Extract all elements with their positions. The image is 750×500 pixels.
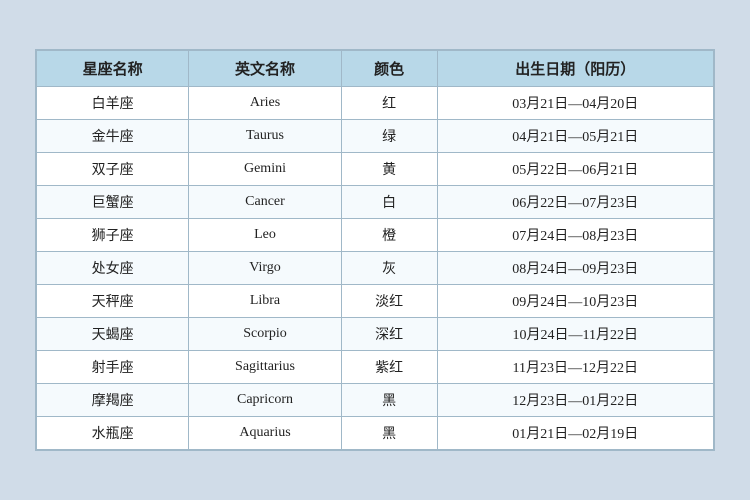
cell-chinese-name: 白羊座: [37, 87, 189, 120]
cell-chinese-name: 金牛座: [37, 120, 189, 153]
cell-chinese-name: 天蝎座: [37, 318, 189, 351]
table-header-row: 星座名称 英文名称 颜色 出生日期（阳历）: [37, 51, 714, 87]
table-row: 摩羯座Capricorn黑12月23日—01月22日: [37, 384, 714, 417]
cell-color: 紫红: [341, 351, 437, 384]
cell-english-name: Scorpio: [189, 318, 341, 351]
cell-english-name: Sagittarius: [189, 351, 341, 384]
zodiac-table: 星座名称 英文名称 颜色 出生日期（阳历） 白羊座Aries红03月21日—04…: [36, 50, 714, 450]
header-chinese-name: 星座名称: [37, 51, 189, 87]
table-row: 天秤座Libra淡红09月24日—10月23日: [37, 285, 714, 318]
cell-english-name: Aries: [189, 87, 341, 120]
cell-color: 橙: [341, 219, 437, 252]
table-row: 金牛座Taurus绿04月21日—05月21日: [37, 120, 714, 153]
zodiac-table-container: 星座名称 英文名称 颜色 出生日期（阳历） 白羊座Aries红03月21日—04…: [35, 49, 715, 451]
table-row: 双子座Gemini黄05月22日—06月21日: [37, 153, 714, 186]
cell-chinese-name: 射手座: [37, 351, 189, 384]
table-row: 巨蟹座Cancer白06月22日—07月23日: [37, 186, 714, 219]
header-color: 颜色: [341, 51, 437, 87]
cell-english-name: Cancer: [189, 186, 341, 219]
table-row: 处女座Virgo灰08月24日—09月23日: [37, 252, 714, 285]
cell-color: 黑: [341, 417, 437, 450]
cell-english-name: Gemini: [189, 153, 341, 186]
header-dates: 出生日期（阳历）: [437, 51, 713, 87]
cell-chinese-name: 处女座: [37, 252, 189, 285]
cell-color: 红: [341, 87, 437, 120]
cell-color: 灰: [341, 252, 437, 285]
table-row: 狮子座Leo橙07月24日—08月23日: [37, 219, 714, 252]
cell-chinese-name: 狮子座: [37, 219, 189, 252]
cell-english-name: Aquarius: [189, 417, 341, 450]
table-row: 白羊座Aries红03月21日—04月20日: [37, 87, 714, 120]
cell-chinese-name: 摩羯座: [37, 384, 189, 417]
cell-english-name: Taurus: [189, 120, 341, 153]
cell-color: 淡红: [341, 285, 437, 318]
table-row: 水瓶座Aquarius黑01月21日—02月19日: [37, 417, 714, 450]
cell-dates: 03月21日—04月20日: [437, 87, 713, 120]
cell-english-name: Libra: [189, 285, 341, 318]
cell-dates: 04月21日—05月21日: [437, 120, 713, 153]
cell-chinese-name: 巨蟹座: [37, 186, 189, 219]
table-row: 射手座Sagittarius紫红11月23日—12月22日: [37, 351, 714, 384]
cell-color: 绿: [341, 120, 437, 153]
table-row: 天蝎座Scorpio深红10月24日—11月22日: [37, 318, 714, 351]
cell-dates: 06月22日—07月23日: [437, 186, 713, 219]
cell-dates: 05月22日—06月21日: [437, 153, 713, 186]
header-english-name: 英文名称: [189, 51, 341, 87]
cell-color: 白: [341, 186, 437, 219]
cell-english-name: Virgo: [189, 252, 341, 285]
cell-english-name: Leo: [189, 219, 341, 252]
cell-dates: 07月24日—08月23日: [437, 219, 713, 252]
table-body: 白羊座Aries红03月21日—04月20日金牛座Taurus绿04月21日—0…: [37, 87, 714, 450]
cell-dates: 01月21日—02月19日: [437, 417, 713, 450]
cell-dates: 09月24日—10月23日: [437, 285, 713, 318]
cell-chinese-name: 双子座: [37, 153, 189, 186]
cell-color: 黄: [341, 153, 437, 186]
cell-dates: 10月24日—11月22日: [437, 318, 713, 351]
cell-chinese-name: 天秤座: [37, 285, 189, 318]
cell-english-name: Capricorn: [189, 384, 341, 417]
cell-dates: 08月24日—09月23日: [437, 252, 713, 285]
cell-chinese-name: 水瓶座: [37, 417, 189, 450]
cell-color: 黑: [341, 384, 437, 417]
cell-dates: 11月23日—12月22日: [437, 351, 713, 384]
cell-color: 深红: [341, 318, 437, 351]
cell-dates: 12月23日—01月22日: [437, 384, 713, 417]
